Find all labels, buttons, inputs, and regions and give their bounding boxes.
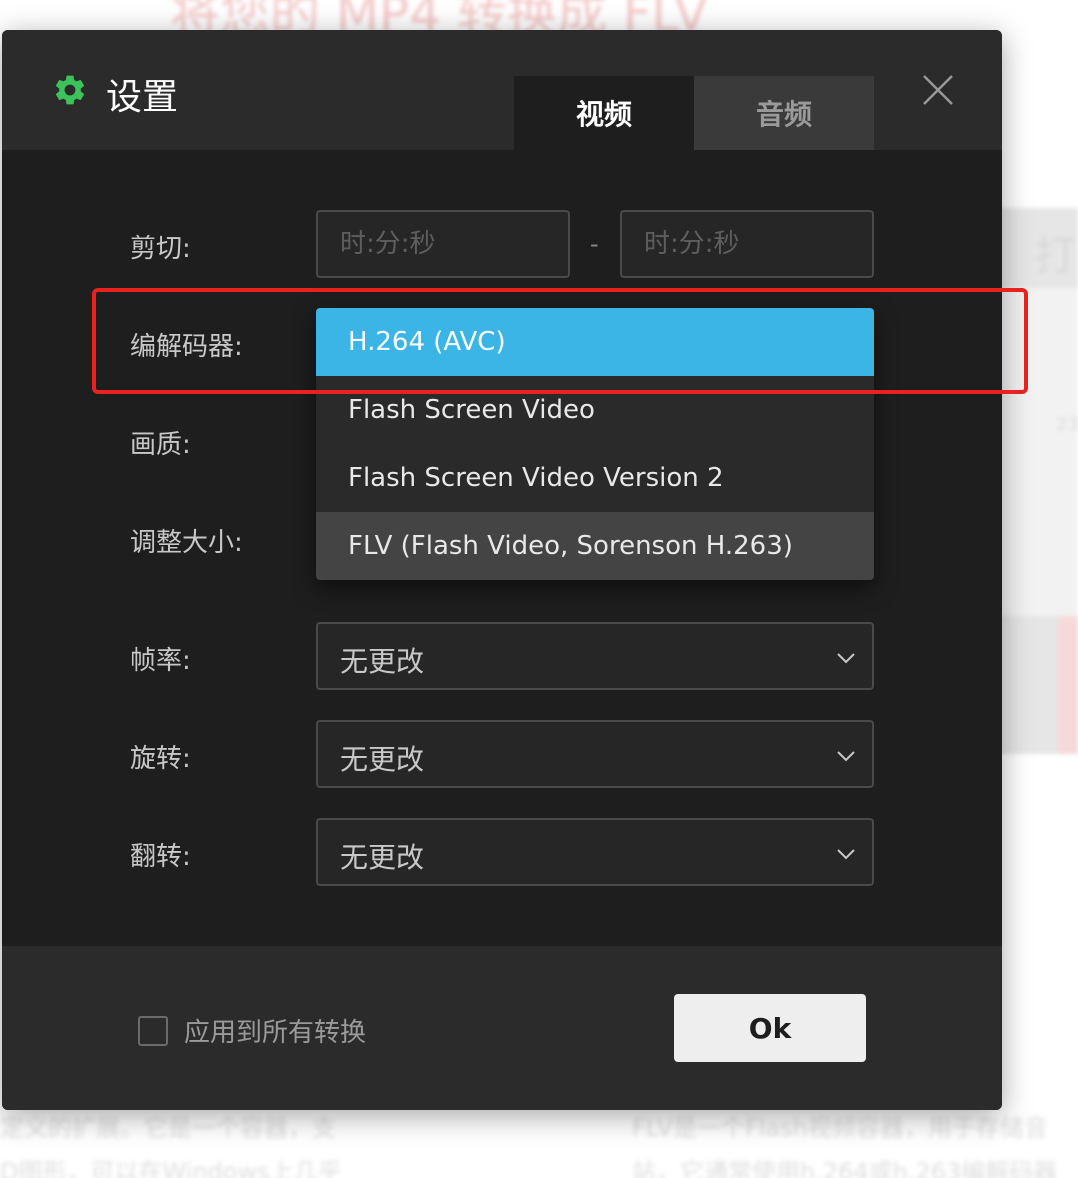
dialog-header: 设置 视频 音频: [2, 30, 1002, 150]
framerate-select[interactable]: 无更改: [316, 622, 874, 690]
background-paragraph-right-1: FLV是一个Flash视频容器，用于存储音: [632, 1114, 1048, 1142]
background-paragraph-left-1: 定义的扩展。它是一个容器，支: [0, 1114, 336, 1142]
background-side-number: 23: [1056, 414, 1078, 435]
flip-select[interactable]: 无更改: [316, 818, 874, 886]
codec-option-flash-screen-video-v2[interactable]: Flash Screen Video Version 2: [316, 444, 874, 512]
rotate-select[interactable]: 无更改: [316, 720, 874, 788]
cut-start-input[interactable]: [316, 210, 570, 278]
background-block: [990, 288, 1078, 618]
cut-separator: -: [590, 230, 599, 258]
flip-label: 翻转:: [130, 842, 191, 872]
rotate-label: 旋转:: [130, 744, 191, 774]
quality-label: 画质:: [130, 430, 191, 460]
chevron-down-icon: [837, 653, 855, 664]
apply-all-label: 应用到所有转换: [184, 1018, 367, 1048]
background-paragraph-right-2: 站，它通常使用h.264或h.263编解码器: [632, 1158, 1058, 1178]
chevron-down-icon: [837, 849, 855, 860]
background-red-strip: [1058, 616, 1078, 754]
framerate-label: 帧率:: [130, 646, 191, 676]
tab-video[interactable]: 视频: [514, 76, 694, 150]
background-paragraph-left-2: D图形，可以在Windows上几乎: [0, 1158, 342, 1178]
codec-label: 编解码器:: [130, 332, 243, 362]
tab-audio[interactable]: 音频: [694, 76, 874, 150]
chevron-down-icon: [837, 751, 855, 762]
flip-value: 无更改: [340, 841, 425, 874]
codec-dropdown-menu: H.264 (AVC) Flash Screen Video Flash Scr…: [316, 308, 874, 580]
cut-label: 剪切:: [130, 234, 191, 264]
codec-option-flash-screen-video[interactable]: Flash Screen Video: [316, 376, 874, 444]
ok-button[interactable]: Ok: [674, 994, 866, 1062]
close-icon[interactable]: [918, 70, 958, 110]
dialog-footer: 应用到所有转换 Ok: [2, 946, 1002, 1110]
rotate-value: 无更改: [340, 743, 425, 776]
gear-icon: [56, 75, 85, 105]
dialog-title: 设置: [106, 77, 179, 118]
framerate-value: 无更改: [340, 645, 425, 678]
codec-option-h264[interactable]: H.264 (AVC): [316, 308, 874, 376]
background-side-text: 打: [1034, 231, 1077, 280]
resize-label: 调整大小:: [130, 528, 243, 558]
settings-dialog: 设置 视频 音频 剪切: - 编解码器: 画质: 调整大小: 帧率: 无更改 旋…: [2, 30, 1002, 1110]
apply-all-checkbox[interactable]: [138, 1016, 168, 1046]
codec-option-flv-sorenson[interactable]: FLV (Flash Video, Sorenson H.263): [316, 512, 874, 580]
cut-end-input[interactable]: [620, 210, 874, 278]
